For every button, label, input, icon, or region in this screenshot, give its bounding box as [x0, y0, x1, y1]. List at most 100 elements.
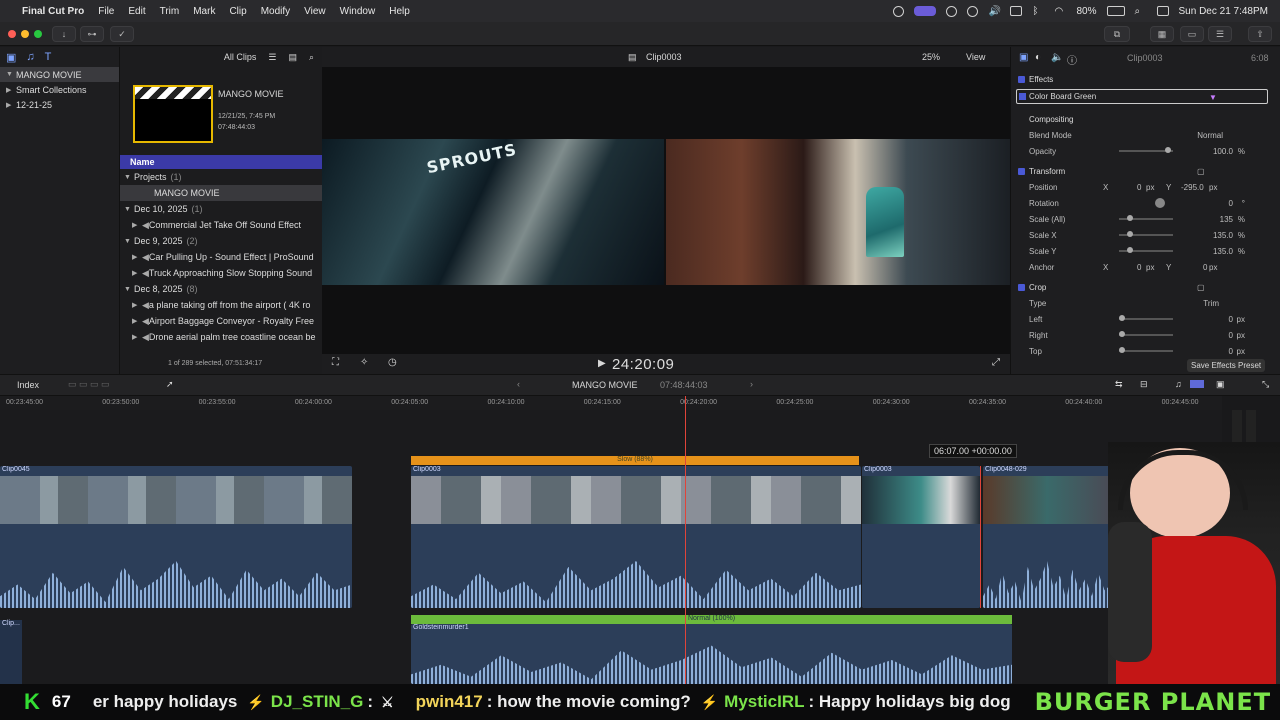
menu-window[interactable]: Window [340, 6, 376, 17]
audio-clip[interactable]: Goldsteinmurder1 [411, 624, 1012, 684]
project-thumbnail[interactable] [133, 85, 213, 143]
menu-file[interactable]: File [98, 6, 114, 17]
transform-tool-icon[interactable]: ⛶ [332, 357, 339, 368]
connected-clip[interactable]: Clip... [0, 620, 22, 686]
menu-modify[interactable]: Modify [261, 6, 290, 17]
clip-appearance-icon[interactable]: ☰ [268, 52, 276, 63]
effects-checkbox[interactable] [1018, 75, 1025, 83]
timeline-index-icon[interactable]: ▣ [1216, 379, 1225, 390]
compositing-section[interactable]: Compositing [1029, 115, 1073, 124]
back-arrow-icon[interactable]: ‹ [517, 379, 520, 389]
anchor-y[interactable]: 0 [1203, 263, 1207, 272]
expand-icon[interactable]: ⤡ [1262, 379, 1269, 390]
scale-y-value[interactable]: 135.0 [1213, 247, 1233, 256]
zoom-window-button[interactable] [34, 30, 42, 38]
browser-clip-row[interactable]: ▶ ◀ Commercial Jet Take Off Sound Effect [120, 217, 322, 233]
search-icon[interactable]: ⌕ [1135, 6, 1147, 17]
list-view-icon[interactable]: ▤ [288, 52, 297, 63]
scale-all-slider[interactable] [1119, 215, 1173, 221]
disclosure-triangle-icon[interactable]: ▼ [124, 206, 134, 213]
disclosure-triangle-icon[interactable]: ▶ [132, 301, 142, 309]
project-name-dropdown[interactable]: MANGO MOVIE [572, 380, 638, 390]
app-menu[interactable]: Final Cut Pro [22, 6, 84, 17]
menu-edit[interactable]: Edit [128, 6, 145, 17]
browser-group-row[interactable]: ▼ Projects (1) [120, 169, 322, 185]
effects-section[interactable]: Effects [1029, 75, 1053, 84]
video-inspector-icon[interactable]: ▣ [1019, 52, 1028, 63]
browser-clip-row[interactable]: ▶ ◀ Airport Baggage Conveyor - Royalty Fr… [120, 313, 322, 329]
photos-audio-tab-icon[interactable]: ♫ [26, 51, 34, 63]
anchor-x[interactable]: 0 [1137, 263, 1141, 272]
disclosure-triangle-icon[interactable]: ▼ [6, 71, 16, 78]
smart-collections-item[interactable]: ▶ Smart Collections [0, 82, 119, 97]
volume-icon[interactable]: 🔊 [988, 6, 1000, 17]
crop-right-slider[interactable] [1119, 331, 1173, 337]
show-browser-button[interactable]: ▦ [1150, 26, 1174, 42]
transform-onscreen-icon[interactable]: ▢ [1197, 167, 1205, 176]
crop-left-slider[interactable] [1119, 315, 1173, 321]
info-inspector-icon[interactable]: ⓘ [1067, 52, 1077, 67]
play-status-icon[interactable] [967, 5, 979, 17]
opacity-slider[interactable] [1119, 147, 1173, 153]
crop-top-slider[interactable] [1119, 347, 1173, 353]
clip-filter-dropdown[interactable]: All Clips [224, 52, 257, 62]
timeline-clip[interactable]: Clip0003 [411, 466, 861, 608]
share-menu-button[interactable]: ⧉ [1104, 26, 1130, 42]
screen-record-icon[interactable] [914, 6, 937, 16]
control-center-icon[interactable] [1156, 6, 1169, 16]
browser-group-row[interactable]: ▼ Dec 8, 2025 (8) [120, 281, 322, 297]
disclosure-triangle-icon[interactable]: ▶ [6, 86, 16, 94]
crop-right-value[interactable]: 0 [1229, 331, 1233, 340]
disclosure-triangle-icon[interactable]: ▶ [132, 253, 142, 261]
crop-onscreen-icon[interactable]: ▢ [1197, 283, 1205, 292]
save-effects-preset-button[interactable]: Save Effects Preset [1187, 359, 1266, 372]
disclosure-triangle-icon[interactable]: ▶ [132, 333, 142, 341]
browser-clip-row[interactable]: ▶ ◀ Drone aerial palm tree coastline ocea… [120, 329, 322, 345]
crop-checkbox[interactable] [1018, 283, 1025, 291]
scale-x-slider[interactable] [1119, 231, 1173, 237]
scale-y-slider[interactable] [1119, 247, 1173, 253]
browser-group-row[interactable]: ▼ Dec 9, 2025 (2) [120, 233, 322, 249]
rotation-dial[interactable] [1155, 198, 1165, 208]
close-window-button[interactable] [8, 30, 16, 38]
timecode-display[interactable]: 24:20:09 [612, 356, 674, 373]
share-button[interactable]: ⇧ [1248, 26, 1272, 42]
import-button[interactable]: ↓ [52, 26, 76, 42]
fullscreen-icon[interactable]: ⤢ [992, 357, 1000, 368]
snapping-icon[interactable]: ⊟ [1140, 379, 1148, 390]
menu-trim[interactable]: Trim [160, 6, 180, 17]
keywords-button[interactable]: ⊶ [80, 26, 104, 42]
audio-inspector-icon[interactable]: 🔈 [1051, 52, 1063, 63]
disclosure-triangle-icon[interactable]: ▼ [124, 174, 134, 181]
creative-cloud-icon[interactable] [893, 5, 905, 17]
timeline-clip[interactable]: Clip0048-029 [983, 466, 1111, 608]
libraries-tab-icon[interactable]: ▣ [6, 51, 16, 64]
effect-checkbox[interactable] [1019, 93, 1026, 100]
forward-arrow-icon[interactable]: › [750, 379, 753, 389]
transform-checkbox[interactable] [1018, 167, 1025, 175]
opacity-value[interactable]: 100.0 [1213, 147, 1233, 156]
color-board-icon[interactable]: ▼ [1209, 93, 1217, 102]
color-board-effect-row[interactable]: Color Board Green ▼ [1016, 89, 1268, 104]
battery-icon[interactable] [1106, 6, 1125, 16]
transform-section[interactable]: Transform [1029, 167, 1065, 176]
library-item[interactable]: ▼ MANGO MOVIE [0, 67, 119, 82]
disclosure-triangle-icon[interactable]: ▶ [132, 221, 142, 229]
position-x[interactable]: 0 [1137, 183, 1141, 192]
minimize-window-button[interactable] [21, 30, 29, 38]
show-timeline-button[interactable]: ▭ [1180, 26, 1204, 42]
rotation-value[interactable]: 0 [1229, 199, 1233, 208]
name-column-header[interactable]: Name [120, 155, 322, 169]
menu-clip[interactable]: Clip [229, 6, 246, 17]
background-tasks-button[interactable]: ✓ [110, 26, 134, 42]
show-inspector-button[interactable]: ☰ [1208, 26, 1232, 42]
crop-type-select[interactable]: Trim [1203, 299, 1219, 308]
event-item[interactable]: ▶ 12-21-25 [0, 97, 119, 112]
disclosure-triangle-icon[interactable]: ▶ [132, 269, 142, 277]
display-icon[interactable] [1010, 6, 1023, 16]
timeline-ruler[interactable]: 00:23:45:00 00:23:50:00 00:23:55:00 00:24:0… [0, 396, 1222, 410]
disclosure-triangle-icon[interactable]: ▼ [124, 286, 134, 293]
scale-x-value[interactable]: 135.0 [1213, 231, 1233, 240]
clip-appearance-icon[interactable]: ⇆ [1115, 379, 1123, 390]
color-inspector-icon[interactable]: ◐ [1035, 52, 1041, 63]
